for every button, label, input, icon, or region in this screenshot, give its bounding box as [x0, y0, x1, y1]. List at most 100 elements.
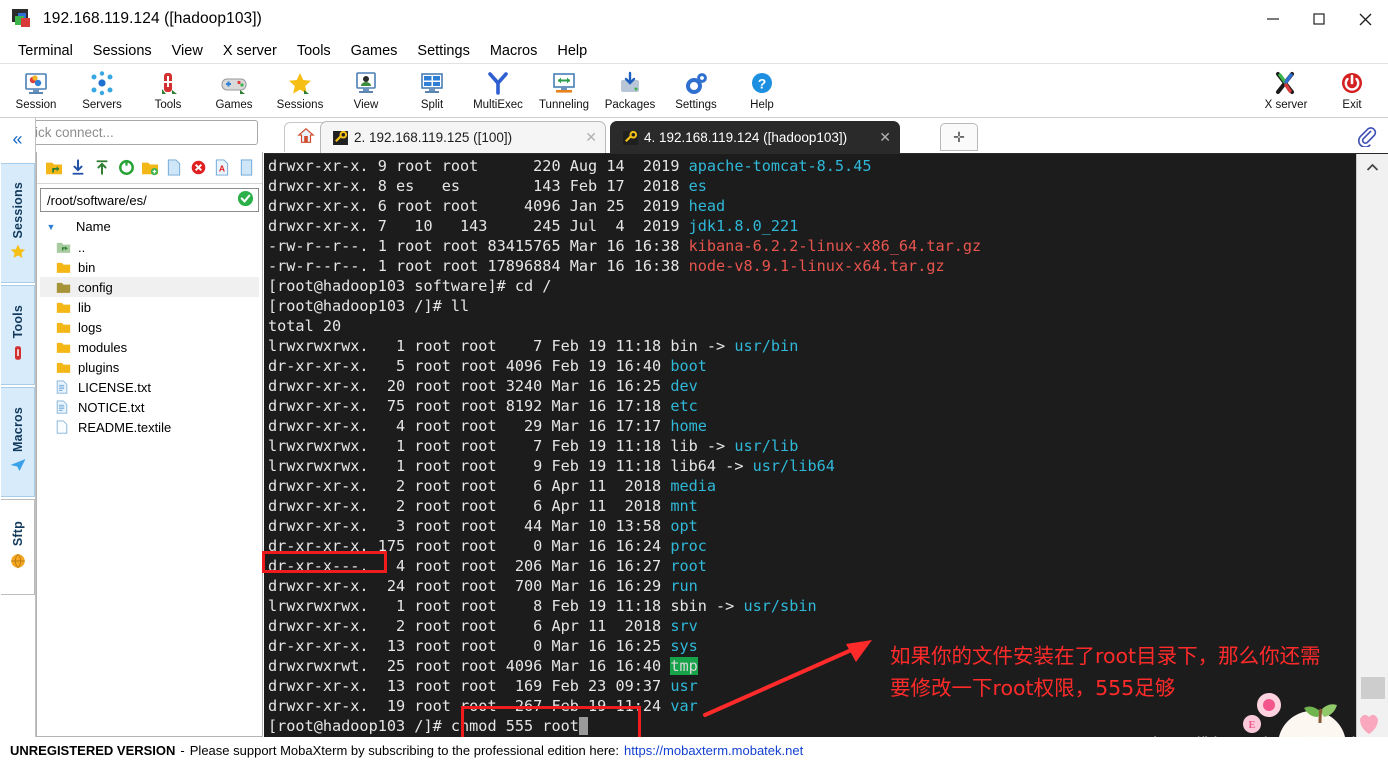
new-file-icon[interactable] [163, 156, 185, 180]
terminal-tab-2[interactable]: 2. 192.168.119.125 ([100]) ✕ [320, 121, 606, 153]
terminal-line: drwxr-xr-x. 8 es es 143 Feb 17 2018 es [268, 177, 707, 195]
rail-tab-sessions[interactable]: Sessions [1, 163, 35, 283]
toolbar-button-view[interactable]: View [332, 68, 400, 111]
menu-tools[interactable]: Tools [287, 41, 341, 61]
list-item[interactable]: LICENSE.txt [40, 377, 259, 397]
sort-desc-icon[interactable]: ▼ [40, 222, 62, 232]
folder-icon [56, 361, 74, 374]
new-folder-icon[interactable] [139, 156, 161, 180]
maximize-button[interactable] [1296, 0, 1342, 38]
rail-tab-macros[interactable]: Macros [1, 387, 35, 497]
terminal-line: lrwxrwxrwx. 1 root root 7 Feb 19 11:18 b… [268, 337, 799, 355]
list-item[interactable]: modules [40, 337, 259, 357]
rail-tab-tools[interactable]: Tools [1, 285, 35, 385]
toolbar-button-settings[interactable]: Settings [662, 68, 730, 111]
terminal-line: dr-xr-x---. 4 root root 206 Mar 16 16:27… [268, 557, 707, 575]
delete-icon[interactable] [187, 156, 209, 180]
toolbar-label: Packages [604, 99, 656, 111]
menu-x-server[interactable]: X server [213, 41, 287, 61]
quick-connect-input[interactable]: Quick connect... [8, 120, 258, 145]
ssh-key-icon [623, 130, 638, 145]
terminal-tab-4[interactable]: 4. 192.168.119.124 ([hadoop103]) ✕ [610, 121, 900, 153]
power-icon [1318, 68, 1386, 98]
sftp-file-list[interactable]: .. bin config lib logs modules plugins L… [40, 237, 259, 637]
toolbar-button-sessions[interactable]: Sessions [266, 68, 334, 111]
rail-tab-label: Sftp [10, 521, 25, 547]
terminal-line: drwxr-xr-x. 75 root root 8192 Mar 16 17:… [268, 397, 698, 415]
globe-icon [9, 552, 27, 573]
multiexec-icon [464, 68, 532, 98]
list-item[interactable]: README.textile [40, 417, 259, 437]
terminal-line: dr-xr-xr-x. 175 root root 0 Mar 16 16:24… [268, 537, 707, 555]
list-item[interactable]: bin [40, 257, 259, 277]
text-mode-icon[interactable]: A [211, 156, 233, 180]
terminal-line: [root@hadoop103 software]# cd / [268, 277, 552, 295]
toolbar-label: Help [750, 99, 774, 111]
toolbar-label: Split [420, 99, 444, 111]
games-icon [200, 68, 268, 98]
toolbar-button-help[interactable]: ? Help [728, 68, 796, 111]
list-item[interactable]: lib [40, 297, 259, 317]
scroll-up-button[interactable] [1357, 154, 1388, 175]
status-bar: UNREGISTERED VERSION - Please support Mo… [0, 737, 1388, 763]
list-item[interactable]: NOTICE.txt [40, 397, 259, 417]
terminal-line: lrwxrwxrwx. 1 root root 8 Feb 19 11:18 s… [268, 597, 817, 615]
file-name: lib [78, 299, 92, 315]
download-icon[interactable] [67, 156, 89, 180]
menu-sessions[interactable]: Sessions [83, 41, 162, 61]
rail-tab-sftp[interactable]: Sftp [1, 499, 35, 595]
toolbar-button-packages[interactable]: Packages [596, 68, 664, 111]
toolbar-label: MultiExec [473, 99, 523, 111]
mobaxterm-link[interactable]: https://mobaxterm.mobatek.net [624, 743, 803, 758]
menu-settings[interactable]: Settings [407, 41, 479, 61]
toolbar-button-servers[interactable]: Servers [68, 68, 136, 111]
toolbar-button-games[interactable]: Games [200, 68, 268, 111]
scrollbar-thumb[interactable] [1361, 677, 1385, 699]
app-logo-icon [12, 8, 34, 29]
tab-label: 2. 192.168.119.125 ([100]) [354, 130, 513, 145]
file-name: logs [78, 319, 102, 335]
left-rail: « Sessions Tools Macros Sftp [0, 118, 36, 737]
toolbar-button-exit[interactable]: Exit [1318, 68, 1386, 111]
list-item[interactable]: config [40, 277, 259, 297]
close-icon[interactable]: ✕ [879, 129, 891, 146]
menu-macros[interactable]: Macros [480, 41, 548, 61]
menu-view[interactable]: View [162, 41, 213, 61]
minimize-button[interactable] [1250, 0, 1296, 38]
terminal-line: drwxr-xr-x. 2 root root 6 Apr 11 2018 mn… [268, 497, 698, 515]
toolbar-button-session[interactable]: Session [2, 68, 70, 111]
list-item[interactable]: logs [40, 317, 259, 337]
terminal-scrollbar[interactable] [1356, 154, 1388, 737]
toolbar-button-split[interactable]: Split [398, 68, 466, 111]
session-icon [2, 68, 70, 98]
terminal-line: drwxr-xr-x. 2 root root 6 Apr 11 2018 sr… [268, 617, 698, 635]
new-tab-button[interactable]: ✛ [940, 123, 978, 151]
menu-help[interactable]: Help [547, 41, 597, 61]
star-icon [9, 243, 27, 264]
file-name: plugins [78, 359, 120, 375]
toolbar-button-tunneling[interactable]: Tunneling [530, 68, 598, 111]
terminal-line: drwxr-xr-x. 19 root root 267 Feb 19 11:2… [268, 697, 698, 715]
paperclip-icon[interactable] [1352, 122, 1380, 150]
more-icon[interactable] [235, 156, 257, 180]
swissknife-icon [9, 344, 27, 365]
list-item[interactable]: plugins [40, 357, 259, 377]
parent-folder-icon[interactable] [43, 156, 65, 180]
view-icon [332, 68, 400, 98]
list-item[interactable]: .. [40, 237, 259, 257]
close-icon[interactable]: ✕ [585, 129, 597, 146]
menu-games[interactable]: Games [341, 41, 408, 61]
toolbar-label: Servers [82, 99, 122, 111]
menu-terminal[interactable]: Terminal [8, 41, 83, 61]
sftp-column-header[interactable]: ▼ Name [40, 216, 259, 237]
terminal-tab-strip: 2. 192.168.119.125 ([100]) ✕ 4. 192.168.… [264, 118, 1388, 154]
sftp-path-bar[interactable]: /root/software/es/ [40, 188, 259, 212]
upload-icon[interactable] [91, 156, 113, 180]
close-button[interactable] [1342, 0, 1388, 38]
collapse-sidebar-button[interactable]: « [0, 118, 35, 160]
text-file-icon [56, 380, 74, 394]
refresh-icon[interactable] [115, 156, 137, 180]
toolbar-button-tools[interactable]: Tools [134, 68, 202, 111]
toolbar-button-multiexec[interactable]: MultiExec [464, 68, 532, 111]
toolbar-button-x-server[interactable]: X server [1252, 68, 1320, 111]
